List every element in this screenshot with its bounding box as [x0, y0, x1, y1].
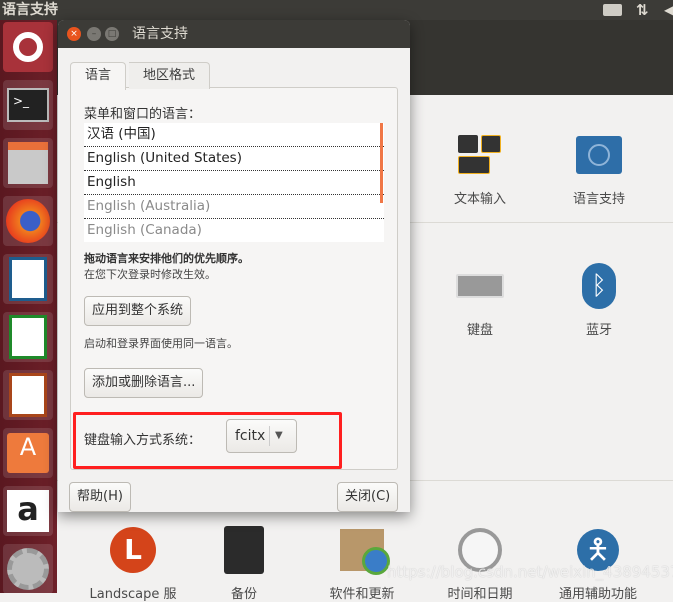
top-panel: 语言支持 ⇅ ◀	[0, 0, 673, 20]
apply-system-wide-button[interactable]: 应用到整个系统	[84, 296, 192, 326]
list-item[interactable]: English	[84, 171, 384, 195]
terminal-icon[interactable]: >_	[3, 80, 53, 130]
settings-item-label: 语言支持	[572, 192, 625, 207]
network-arrows-icon[interactable]: ⇅	[636, 0, 649, 20]
settings-item-landscape[interactable]: L Landscape 服	[78, 527, 188, 602]
minimize-window-icon[interactable]: –	[87, 27, 101, 41]
list-label: 菜单和窗口的语言：	[84, 107, 202, 122]
libreoffice-writer-icon[interactable]	[3, 254, 53, 304]
software-updates-icon	[338, 527, 390, 575]
keyboard-icon	[456, 263, 504, 309]
settings-item-label: 软件和更新	[329, 587, 395, 602]
launcher: >_ A a	[0, 20, 57, 594]
watermark: https://blog.csdn.net/weixin_43894537	[387, 563, 673, 581]
file-cabinet-icon[interactable]	[3, 138, 53, 188]
settings-item-label: 蓝牙	[585, 323, 612, 338]
list-scrollbar[interactable]	[380, 123, 383, 203]
amazon-icon[interactable]: a	[3, 486, 53, 536]
system-settings-icon[interactable]	[3, 544, 53, 594]
firefox-icon[interactable]	[3, 196, 53, 246]
settings-item-keyboard[interactable]: 键盘	[425, 263, 535, 338]
language-list[interactable]: 汉语 (中国) English (United States) English …	[84, 123, 384, 242]
language-support-dialog: × – □ 语言支持 菜单和窗口的语言： 汉语 (中国) English (Un…	[58, 20, 410, 512]
keyboard-indicator-icon[interactable]	[603, 4, 622, 16]
dialog-titlebar[interactable]: × – □ 语言支持	[58, 20, 410, 48]
landscape-icon: L	[109, 527, 157, 573]
list-item[interactable]: English (Canada)	[84, 219, 384, 242]
software-center-icon[interactable]: A	[3, 428, 53, 478]
close-button[interactable]: 关闭(C)	[337, 482, 399, 512]
dialog-title: 语言支持	[132, 26, 188, 42]
effect-hint: 在您下次登录时修改生效。	[84, 268, 216, 281]
apply-hint: 启动和登录界面使用同一语言。	[84, 337, 238, 350]
backup-safe-icon	[220, 526, 268, 574]
list-item[interactable]: English (United States)	[84, 147, 384, 171]
highlight-box	[73, 412, 342, 469]
settings-item-label: 时间和日期	[447, 587, 513, 602]
libreoffice-impress-icon[interactable]	[3, 370, 53, 420]
close-window-icon[interactable]: ×	[67, 27, 81, 41]
tab-language[interactable]: 语言	[70, 62, 127, 90]
drag-hint: 拖动语言来安排他们的优先顺序。	[84, 252, 249, 265]
list-item[interactable]: English (Australia)	[84, 195, 384, 219]
settings-item-backup[interactable]: 备份	[189, 526, 299, 602]
text-entry-icon	[456, 132, 504, 178]
ubuntu-dash-icon[interactable]	[3, 22, 53, 72]
language-support-icon	[575, 132, 623, 178]
settings-item-label: Landscape 服	[89, 587, 177, 602]
maximize-window-icon[interactable]: □	[105, 27, 119, 41]
settings-item-text-entry[interactable]: 文本输入	[425, 132, 535, 207]
libreoffice-calc-icon[interactable]	[3, 312, 53, 362]
settings-item-label: 键盘	[466, 323, 493, 338]
settings-item-label: 文本输入	[453, 192, 506, 207]
tab-regional-formats[interactable]: 地区格式	[129, 62, 211, 89]
list-item[interactable]: 汉语 (中国)	[84, 123, 384, 147]
settings-item-label: 备份	[230, 587, 257, 602]
settings-item-label: 通用辅助功能	[558, 587, 637, 602]
settings-item-bluetooth[interactable]: ᛒ 蓝牙	[544, 263, 654, 338]
help-button[interactable]: 帮助(H)	[69, 482, 131, 512]
bluetooth-icon: ᛒ	[575, 263, 623, 309]
volume-icon[interactable]: ◀	[664, 0, 673, 20]
add-remove-languages-button[interactable]: 添加或删除语言...	[84, 368, 204, 398]
active-app-title: 语言支持	[2, 2, 58, 18]
settings-item-language-support[interactable]: 语言支持	[544, 132, 654, 207]
